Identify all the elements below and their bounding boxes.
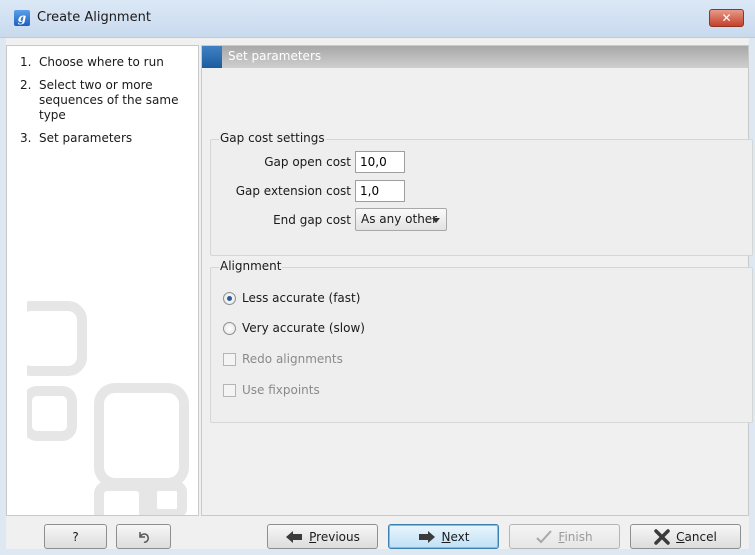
alignment-group: Alignment Less accurate (fast) Very accu…: [210, 259, 753, 423]
redo-alignments-label: Redo alignments: [242, 352, 343, 366]
wizard-step: 2. Select two or more sequences of the s…: [20, 78, 196, 123]
next-label: Next: [441, 529, 470, 544]
step-number: 2.: [20, 78, 32, 92]
step-number: 1.: [20, 55, 32, 69]
wizard-step: 3. Set parameters: [20, 131, 196, 146]
reset-button[interactable]: [116, 524, 171, 549]
next-button[interactable]: Next: [388, 524, 499, 549]
gap-open-input[interactable]: [355, 151, 405, 173]
end-gap-label: End gap cost: [273, 213, 351, 227]
arrow-right-icon: [418, 530, 435, 543]
cancel-button[interactable]: Cancel: [630, 524, 741, 549]
checkbox-box[interactable]: [223, 352, 236, 366]
use-fixpoints-checkbox[interactable]: Use fixpoints: [223, 383, 320, 397]
radio-button[interactable]: [223, 321, 236, 335]
end-gap-value: As any other: [361, 212, 438, 226]
gap-cost-title: Gap cost settings: [219, 131, 326, 145]
panel-title: Set parameters: [228, 49, 322, 63]
header-accent: [202, 46, 222, 68]
watermark-logo-icon: [27, 301, 189, 515]
help-button[interactable]: ?: [44, 524, 107, 549]
gap-open-label: Gap open cost: [264, 155, 351, 169]
finish-button[interactable]: Finish: [509, 524, 620, 549]
chevron-down-icon: [432, 218, 440, 223]
cancel-x-icon: [654, 528, 670, 545]
step-label: Choose where to run: [39, 55, 164, 69]
wizard-steps-list: 1. Choose where to run 2. Select two or …: [20, 55, 196, 154]
gap-extension-input[interactable]: [355, 180, 405, 202]
finish-label: Finish: [558, 529, 593, 544]
title-bar: g Create Alignment ✕: [0, 0, 755, 38]
previous-button[interactable]: Previous: [267, 524, 378, 549]
checkmark-icon: [536, 529, 553, 543]
reset-icon: [138, 531, 149, 543]
step-label: Set parameters: [39, 131, 133, 145]
parameters-panel: Set parameters Gap cost settings Gap ope…: [201, 45, 753, 516]
dialog-window: g Create Alignment ✕ 1. Choose where to …: [0, 0, 755, 555]
radio-slow-label: Very accurate (slow): [242, 321, 365, 335]
window-title: Create Alignment: [37, 10, 151, 25]
wizard-step: 1. Choose where to run: [20, 55, 196, 70]
use-fixpoints-label: Use fixpoints: [242, 383, 320, 397]
close-button[interactable]: ✕: [709, 9, 744, 27]
radio-fast-label: Less accurate (fast): [242, 291, 361, 305]
gap-extension-label: Gap extension cost: [235, 184, 351, 198]
wizard-steps-panel: 1. Choose where to run 2. Select two or …: [6, 45, 199, 516]
cancel-label: Cancel: [676, 529, 717, 544]
help-icon: ?: [72, 529, 79, 544]
app-logo-icon: g: [14, 10, 30, 26]
end-gap-select[interactable]: As any other: [355, 208, 447, 231]
panel-header: Set parameters: [202, 46, 748, 68]
radio-very-accurate[interactable]: Very accurate (slow): [223, 321, 365, 335]
gap-cost-group: Gap cost settings Gap open cost Gap exte…: [210, 131, 753, 256]
step-number: 3.: [20, 131, 32, 145]
radio-button-checked[interactable]: [223, 291, 236, 305]
arrow-left-icon: [286, 530, 303, 543]
step-label: Select two or more sequences of the same…: [39, 78, 179, 122]
checkbox-box[interactable]: [223, 383, 236, 397]
radio-less-accurate[interactable]: Less accurate (fast): [223, 291, 360, 305]
redo-alignments-checkbox[interactable]: Redo alignments: [223, 352, 343, 366]
alignment-title: Alignment: [219, 259, 283, 273]
previous-label: Previous: [309, 529, 360, 544]
